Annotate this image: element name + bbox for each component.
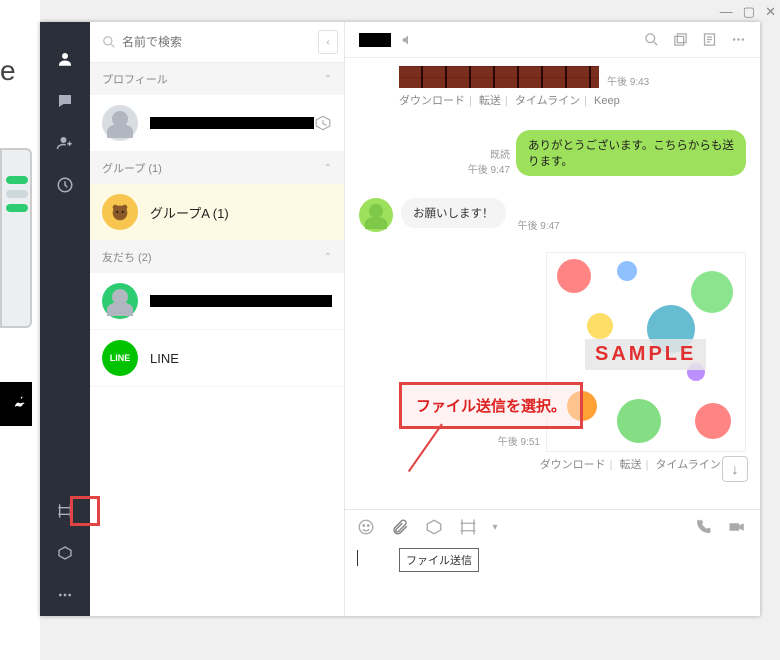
nav-chats[interactable] [40, 80, 90, 122]
tooltip-file-send: ファイル送信 [399, 548, 479, 572]
call-icon[interactable] [694, 518, 714, 536]
text-cursor [357, 550, 358, 566]
keep-tool-icon[interactable] [425, 518, 445, 536]
message-input[interactable]: ファイル送信 [345, 544, 760, 616]
profile-row[interactable] [90, 95, 344, 152]
action-forward[interactable]: 転送 [620, 459, 642, 471]
sender-avatar[interactable] [359, 198, 393, 232]
scroll-down-button[interactable]: ↓ [722, 456, 748, 482]
capture-dropdown[interactable]: ▾ [485, 522, 505, 533]
bg-appstore [0, 382, 32, 426]
nav-keep[interactable] [40, 532, 90, 574]
group-avatar [102, 194, 138, 230]
window-controls: — ▢ ✕ [720, 4, 776, 20]
notes-icon[interactable] [702, 32, 717, 47]
section-groups-label: グループ (1) [102, 160, 162, 176]
message-in: お願いします！ 午後 9:47 [359, 198, 746, 232]
message-out: 既読 午後 9:47 ありがとうございます。こちらからも送ります。 [359, 130, 746, 176]
chevron-up-icon: ⌃ [324, 252, 332, 263]
app-window: ‹ プロフィール ⌃ グループ (1) ⌃ グループA (1) 友だち (2) … [40, 22, 760, 616]
windows-icon[interactable] [673, 32, 688, 47]
read-status: 既読 [468, 146, 510, 161]
messages: 午後 9:43 ダウンロード| 転送| タイムライン| Keep 既読 午後 9… [345, 58, 760, 509]
nav-timeline[interactable] [40, 164, 90, 206]
friend-avatar [102, 283, 138, 319]
close-button[interactable]: ✕ [765, 4, 776, 20]
section-friends-label: 友だち (2) [102, 249, 152, 265]
search-icon [102, 35, 116, 49]
bg-phone-mock [0, 148, 32, 328]
sample-label: SAMPLE [585, 339, 706, 370]
line-avatar: LINE [102, 340, 138, 376]
sticker-icon[interactable] [357, 518, 377, 536]
chevron-up-icon: ⌃ [324, 163, 332, 174]
image-actions: ダウンロード| 転送| タイムライン| Keep [399, 92, 746, 108]
search-row: ‹ [90, 22, 344, 63]
capture-tool-icon[interactable] [459, 518, 479, 536]
contacts-panel: ‹ プロフィール ⌃ グループ (1) ⌃ グループA (1) 友だち (2) … [90, 22, 345, 616]
search-input[interactable] [122, 35, 318, 49]
section-friends[interactable]: 友だち (2) ⌃ [90, 241, 344, 273]
group-name: グループA (1) [150, 203, 332, 222]
bg-letter: e [0, 55, 16, 87]
brick-time: 午後 9:43 [607, 73, 649, 88]
attach-file-icon[interactable] [391, 518, 411, 536]
chat-title-redacted [359, 33, 391, 47]
line-name: LINE [150, 351, 332, 366]
nav-friends[interactable] [40, 38, 90, 80]
nav-add-friend[interactable] [40, 122, 90, 164]
chat-header [345, 22, 760, 58]
action-timeline[interactable]: タイムライン [515, 95, 580, 107]
avatar-icon [102, 105, 138, 141]
image-brick[interactable] [399, 66, 599, 88]
action-keep[interactable]: Keep [594, 95, 620, 107]
chevron-up-icon: ⌃ [324, 74, 332, 85]
bubble-out[interactable]: ありがとうございます。こちらからも送ります。 [516, 130, 746, 176]
friend-name-redacted [150, 295, 332, 307]
chat-header-actions [644, 32, 746, 47]
action-download[interactable]: ダウンロード [540, 459, 606, 471]
section-groups[interactable]: グループ (1) ⌃ [90, 152, 344, 184]
section-profile-label: プロフィール [102, 71, 168, 87]
video-call-icon[interactable] [728, 518, 748, 536]
navbar [40, 22, 90, 616]
nav-more[interactable] [40, 574, 90, 616]
search-icon[interactable] [644, 32, 659, 47]
chat-panel: 午後 9:43 ダウンロード| 転送| タイムライン| Keep 既読 午後 9… [345, 22, 760, 616]
background: e [0, 0, 40, 660]
action-timeline[interactable]: タイムライン [656, 459, 721, 471]
action-download[interactable]: ダウンロード [399, 95, 465, 107]
composer-toolbar: ▾ [345, 510, 760, 544]
profile-name-redacted [150, 117, 314, 129]
sample-time: 午後 9:51 [498, 433, 540, 448]
maximize-button[interactable]: ▢ [743, 4, 755, 20]
bubble-in[interactable]: お願いします！ [401, 198, 506, 228]
composer: ▾ ファイル送信 [345, 509, 760, 616]
section-profile[interactable]: プロフィール ⌃ [90, 63, 344, 95]
speaker-icon[interactable] [401, 33, 415, 47]
keep-icon[interactable] [314, 114, 332, 132]
in-time: 午後 9:47 [518, 217, 560, 232]
annotation-callout: ファイル送信を選択。 [399, 382, 583, 429]
friend-row-1[interactable] [90, 273, 344, 330]
more-icon[interactable] [731, 32, 746, 47]
minimize-button[interactable]: — [720, 4, 733, 20]
action-forward[interactable]: 転送 [479, 95, 501, 107]
friend-row-line[interactable]: LINE LINE [90, 330, 344, 387]
out-time: 午後 9:47 [468, 161, 510, 176]
group-row[interactable]: グループA (1) [90, 184, 344, 241]
annotation-box [70, 496, 100, 526]
collapse-button[interactable]: ‹ [318, 30, 338, 54]
